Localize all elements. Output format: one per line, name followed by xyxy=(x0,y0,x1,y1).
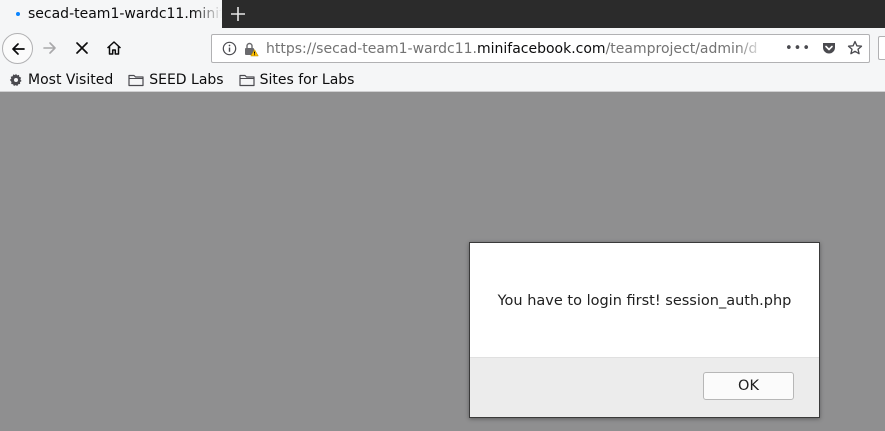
home-button[interactable] xyxy=(102,36,126,60)
url-prefix: https://secad-team1-wardc11. xyxy=(266,40,477,57)
stop-button[interactable] xyxy=(70,36,94,60)
folder-icon xyxy=(238,74,255,86)
home-icon xyxy=(106,41,122,55)
bookmark-label: Most Visited xyxy=(28,71,114,88)
bookmarks-toolbar: Most Visited SEED Labs Sites for Labs xyxy=(0,68,885,92)
forward-button[interactable] xyxy=(38,36,62,60)
bookmark-label: Sites for Labs xyxy=(259,71,355,88)
tab-active[interactable]: secad-team1-wardc11.minifacebook.com xyxy=(0,0,222,28)
url-host: minifacebook.com xyxy=(476,40,606,57)
loading-indicator-icon xyxy=(16,12,20,16)
folder-icon xyxy=(128,74,144,86)
back-arrow-icon xyxy=(11,42,25,55)
close-icon xyxy=(76,42,88,54)
gear-icon xyxy=(9,73,22,86)
bookmark-folder-sites-for-labs[interactable]: Sites for Labs xyxy=(238,71,355,88)
search-bar-edge[interactable] xyxy=(878,36,885,60)
dialog-body: You have to login first! session_auth.ph… xyxy=(470,243,819,357)
tab-strip: secad-team1-wardc11.minifacebook.com xyxy=(0,0,885,28)
info-icon[interactable] xyxy=(221,41,237,57)
page-actions: ••• xyxy=(785,40,863,56)
ok-button[interactable]: OK xyxy=(703,372,794,400)
bookmark-most-visited[interactable]: Most Visited xyxy=(9,72,113,88)
navigation-bar: https://secad-team1-wardc11.minifacebook… xyxy=(0,28,885,68)
url-path: /teamproject/admin/d xyxy=(605,40,758,57)
dialog-message: You have to login first! session_auth.ph… xyxy=(497,293,792,309)
url-bar[interactable]: https://secad-team1-wardc11.minifacebook… xyxy=(211,34,870,63)
dialog-footer: OK xyxy=(470,357,819,417)
page-actions-menu-button[interactable]: ••• xyxy=(785,41,811,56)
bookmark-folder-seed-labs[interactable]: SEED Labs xyxy=(128,71,224,88)
forward-arrow-icon xyxy=(43,42,56,54)
insecure-lock-icon[interactable] xyxy=(243,41,259,57)
new-tab-button[interactable] xyxy=(226,0,250,28)
url-text: https://secad-team1-wardc11.minifacebook… xyxy=(266,41,766,57)
back-button[interactable] xyxy=(2,33,33,64)
bookmark-label: SEED Labs xyxy=(149,71,224,88)
tab-title: secad-team1-wardc11.minifacebook.com xyxy=(28,6,222,22)
pocket-icon[interactable] xyxy=(821,40,837,56)
bookmark-star-icon[interactable] xyxy=(847,40,863,56)
plus-icon xyxy=(231,7,245,21)
alert-dialog: You have to login first! session_auth.ph… xyxy=(469,242,820,418)
